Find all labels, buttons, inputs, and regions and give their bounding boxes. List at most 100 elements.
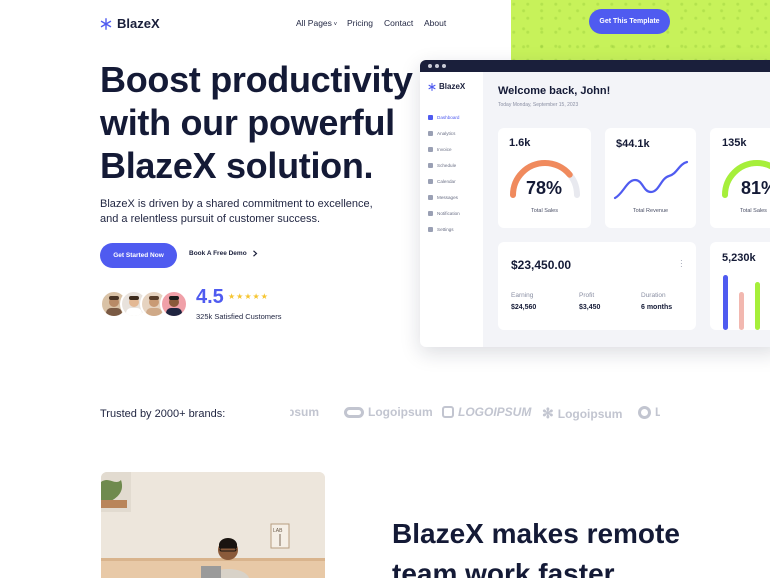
hero-subtitle: BlazeX is driven by a shared commitment … <box>100 198 373 225</box>
book-demo-label: Book A Free Demo <box>189 250 247 257</box>
sidebar-item-label: Schedule <box>437 163 457 168</box>
feature-title: BlazeX makes remote team work faster. <box>392 514 692 578</box>
stat-label: Total Sales <box>740 208 767 214</box>
logo[interactable]: BlazeX <box>100 16 160 31</box>
brand-logo-text: Logoipsum <box>557 406 623 421</box>
stat-label: Total Revenue <box>632 208 669 214</box>
brand-logo: Logoipsum <box>344 405 433 419</box>
sidebar-item-notification[interactable]: Notification <box>428 211 460 216</box>
nav-about[interactable]: About <box>424 18 446 28</box>
sidebar-item-invoice[interactable]: Invoice <box>428 147 452 152</box>
chevron-right-icon <box>252 250 258 257</box>
star-icon: ★ <box>252 292 261 301</box>
feature-title-line-1: BlazeX makes remote <box>392 518 680 549</box>
balance-col-label: Earning <box>511 292 534 299</box>
photo-illustration: LAB <box>101 472 325 578</box>
book-demo-link[interactable]: Book A Free Demo <box>189 250 258 257</box>
get-template-button[interactable]: Get This Template <box>589 9 670 34</box>
bar <box>755 282 760 330</box>
get-started-button[interactable]: Get Started Now <box>100 243 177 268</box>
sidebar-item-label: Invoice <box>437 147 452 152</box>
dashboard-logo-text: BlazeX <box>439 82 466 91</box>
hero-title: Boost productivity with our powerful Bla… <box>100 58 420 187</box>
dashboard-sidebar: BlazeX Dashboard Analytics Invoice Sched… <box>420 72 483 347</box>
snowflake-logo-icon <box>428 82 436 91</box>
sidebar-item-dashboard[interactable]: Dashboard <box>428 115 459 120</box>
window-dot <box>435 64 439 68</box>
stat-value: $44.1k <box>616 138 650 150</box>
remote-work-photo: LAB <box>101 472 325 578</box>
hero-title-line-3: BlazeX solution. <box>100 145 374 186</box>
avatar <box>160 290 188 318</box>
bar <box>723 275 728 330</box>
brand-logo-text: LOGOIPSUM <box>458 405 532 419</box>
window-dot <box>442 64 446 68</box>
star-icon: ★ <box>260 292 269 301</box>
balance-col-value: 6 months <box>641 304 673 311</box>
revenue-line <box>613 160 689 200</box>
sidebar-item-analytics[interactable]: Analytics <box>428 131 455 136</box>
brand-logos-strip: psum Logoipsum LOGOIPSUM ✻ Logoipsum L <box>290 398 660 432</box>
bell-icon <box>428 211 433 216</box>
chevron-down-icon: ˅ <box>331 22 338 28</box>
hero-title-line-2: with our powerful <box>100 102 395 143</box>
trusted-label: Trusted by 2000+ brands: <box>100 408 226 420</box>
brand-logo-text: L <box>655 405 660 419</box>
gauge-percent: 78% <box>526 178 563 198</box>
nav-pricing[interactable]: Pricing <box>347 18 373 28</box>
sidebar-item-settings[interactable]: Settings <box>428 227 454 232</box>
stat-label: Total Sales <box>531 208 558 214</box>
star-icon: ★ <box>244 292 253 301</box>
logo-text: BlazeX <box>117 16 160 31</box>
analytics-icon <box>428 131 433 136</box>
stat-card-sales: 1.6k 78% Total Sales <box>498 128 591 228</box>
logoipsum-ring-icon <box>638 405 651 419</box>
logoipsum-square-icon <box>442 406 454 418</box>
balance-col-value: $24,560 <box>511 304 537 311</box>
feature-title-line-2: team work faster. <box>392 558 621 578</box>
sidebar-item-schedule[interactable]: Schedule <box>428 163 456 168</box>
window-title-bar <box>420 60 770 72</box>
stat-card-revenue: $44.1k Total Revenue <box>605 128 696 228</box>
balance-amount: $23,450.00 <box>511 258 572 272</box>
sidebar-item-calendar[interactable]: Calendar <box>428 179 456 184</box>
sidebar-item-messages[interactable]: Messages <box>428 195 458 200</box>
stat-card-sales-2: 135k 81% Total Sales <box>710 128 770 228</box>
balance-card: $23,450.00 · · · Earning $24,560 Profit $3… <box>498 242 696 330</box>
hero-title-line-1: Boost productivity <box>100 59 413 100</box>
rating-caption: 325k Satisfied Customers <box>196 312 282 321</box>
sidebar-item-label: Dashboard <box>437 115 460 120</box>
gear-icon <box>428 227 433 232</box>
brand-logo-text: psum <box>290 405 320 419</box>
sidebar-item-label: Notification <box>437 211 460 216</box>
invoice-icon <box>428 147 433 152</box>
sidebar-item-label: Settings <box>437 227 454 232</box>
customer-avatars <box>100 290 188 318</box>
more-options-icon[interactable]: · · · <box>680 257 683 271</box>
bars-card: 5,230k <box>710 242 770 330</box>
balance-col-label: Duration <box>641 292 666 299</box>
logoipsum-flower-icon: ✻ <box>542 405 554 421</box>
brand-logo: LOGOIPSUM <box>442 405 531 419</box>
message-icon <box>428 195 433 200</box>
nav-all-pages[interactable]: All Pages ˅ <box>296 18 337 28</box>
stat-value: 135k <box>722 137 747 149</box>
grid-icon <box>428 115 433 120</box>
brand-logo: psum <box>290 405 319 419</box>
sidebar-item-label: Calendar <box>437 179 456 184</box>
revenue-line-chart <box>613 160 689 200</box>
dashboard-logo: BlazeX <box>428 82 465 91</box>
nav-all-pages-label: All Pages <box>296 18 332 28</box>
window-dot <box>428 64 432 68</box>
dashboard-preview: BlazeX Dashboard Analytics Invoice Sched… <box>420 60 770 347</box>
sidebar-item-label: Messages <box>437 195 458 200</box>
svg-text:LAB: LAB <box>273 528 283 534</box>
nav-contact[interactable]: Contact <box>384 18 413 28</box>
schedule-icon <box>428 163 433 168</box>
rating-stars: ★★★★★ <box>228 292 269 301</box>
bars-card-value: 5,230k <box>722 252 756 264</box>
welcome-date: Today Monday, September 15, 2023 <box>498 102 579 108</box>
rating-value: 4.5 <box>196 286 224 308</box>
stat-value: 1.6k <box>509 137 531 149</box>
gauge-percent: 81% <box>741 178 770 198</box>
